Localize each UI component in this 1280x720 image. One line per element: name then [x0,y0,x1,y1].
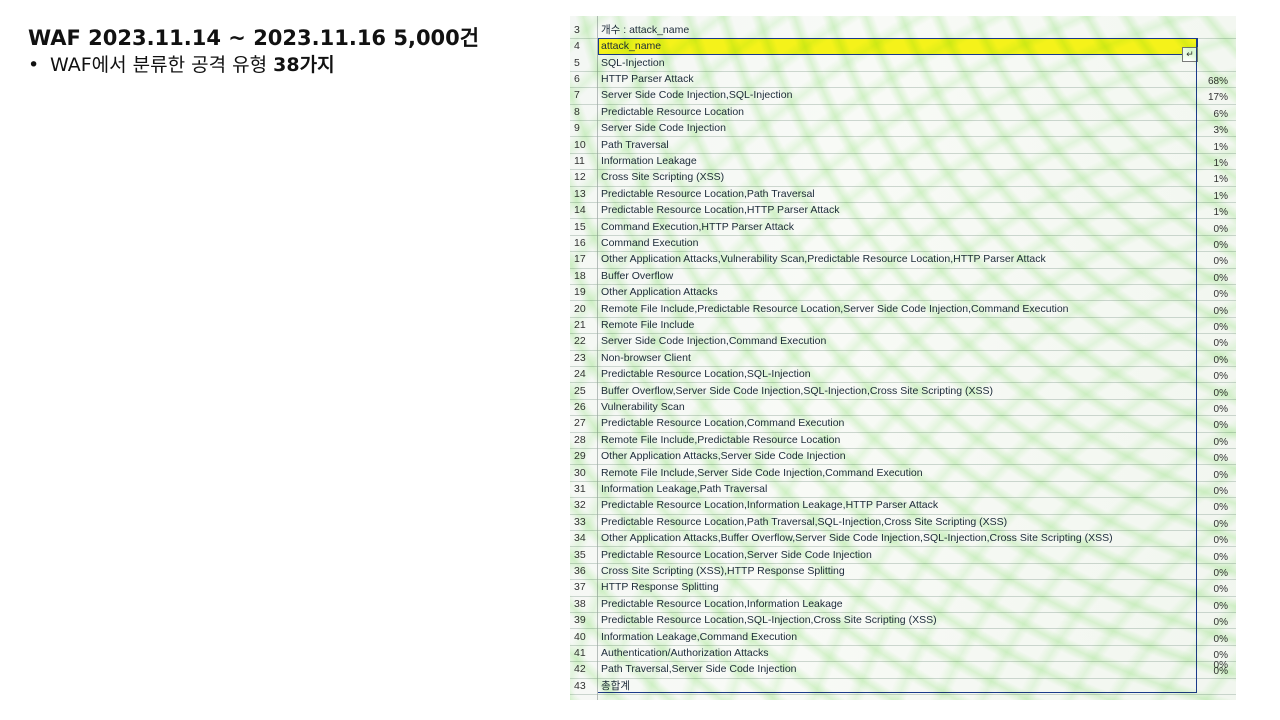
row-number: 25 [574,384,586,397]
percentage-cell[interactable]: 0% [1192,658,1228,674]
row-number: 32 [574,499,586,512]
row-number: 10 [574,138,586,151]
sheet-row [570,137,1236,154]
row-number: 9 [574,122,580,135]
row-number: 43 [574,679,586,692]
row-number: 29 [574,450,586,463]
row-number: 24 [574,368,586,381]
row-number: 13 [574,187,586,200]
row-number: 28 [574,433,586,446]
attack-name-cell[interactable]: Predictable Resource Location [601,104,744,120]
row-number: 6 [574,72,580,85]
attack-name-cell[interactable]: Cross Site Scripting (XSS) [601,169,724,185]
row-number: 38 [574,597,586,610]
row-number: 39 [574,614,586,627]
attack-name-cell[interactable]: Predictable Resource Location,Server Sid… [601,547,872,563]
row-number: 26 [574,400,586,413]
attack-name-cell[interactable]: Command Execution,HTTP Parser Attack [601,219,794,235]
attack-name-cell[interactable]: Other Application Attacks,Server Side Co… [601,448,846,464]
bullet-list: • WAF에서 분류한 공격 유형 38가지 [28,50,335,77]
attack-name-cell[interactable]: Predictable Resource Location,Informatio… [601,596,843,612]
row-number: 34 [574,532,586,545]
row-number: 37 [574,581,586,594]
row-number: 33 [574,515,586,528]
bullet-dot-icon: • [28,54,40,76]
row-number: 35 [574,548,586,561]
attack-name-cell[interactable]: Buffer Overflow,Server Side Code Injecti… [601,383,993,399]
attack-name-cell[interactable]: Remote File Include [601,317,694,333]
row-number: 27 [574,417,586,430]
attack-name-cell[interactable]: Information Leakage [601,153,697,169]
bullet-text: WAF에서 분류한 공격 유형 [50,54,274,76]
attack-name-cell[interactable]: Path Traversal [601,137,669,153]
spreadsheet-photo: 3 개수 : attack_name 4 attack_name ↵ 5 SQL-… [570,16,1236,700]
row-number: 18 [574,269,586,282]
bullet-text-bold: 38가지 [273,54,335,76]
row-number: 11 [574,154,585,167]
row-number: 20 [574,302,586,315]
bullet-item: • WAF에서 분류한 공격 유형 38가지 [28,50,335,77]
row-number: 14 [574,204,586,217]
row-number: 31 [574,482,586,495]
sheet-row [570,55,1236,72]
attack-name-cell[interactable]: Server Side Code Injection,SQL-Injection [601,87,792,103]
row-number: 23 [574,351,586,364]
attack-name-cell[interactable]: Other Application Attacks,Vulnerability … [601,251,1046,267]
attack-name-cell[interactable]: Server Side Code Injection [601,120,726,136]
attack-name-cell[interactable]: Remote File Include,Predictable Resource… [601,301,1069,317]
attack-name-cell[interactable]: Cross Site Scripting (XSS),HTTP Response… [601,563,845,579]
attack-name-cell[interactable]: 총합계 [601,678,630,694]
attack-name-cell[interactable]: Information Leakage,Command Execution [601,629,797,645]
row-number: 30 [574,466,586,479]
row-number: 4 [574,40,580,52]
row-number: 19 [574,286,586,299]
row-number: 40 [574,630,586,643]
attack-name-cell[interactable]: Information Leakage,Path Traversal [601,481,767,497]
attack-name-cell[interactable]: Path Traversal,Server Side Code Injectio… [601,661,797,677]
attack-name-cell[interactable]: Buffer Overflow [601,268,673,284]
row-number: 7 [574,89,580,102]
row-number: 15 [574,220,586,233]
row-number: 12 [574,171,586,184]
row-number: 16 [574,236,586,249]
row-number: 22 [574,335,586,348]
row-number: 42 [574,663,586,676]
row-number: 5 [574,56,580,69]
attack-name-cell[interactable]: Other Application Attacks [601,284,718,300]
attack-name-cell[interactable]: Predictable Resource Location,Command Ex… [601,415,844,431]
attack-name-cell[interactable]: SQL-Injection [601,55,665,71]
attack-name-cell[interactable]: Command Execution [601,235,698,251]
attack-name-cell[interactable]: Predictable Resource Location,Path Trave… [601,186,815,202]
attack-name-cell[interactable]: Predictable Resource Location,Informatio… [601,497,938,513]
attack-name-cell[interactable]: Predictable Resource Location,Path Trave… [601,514,1007,530]
attack-name-cell[interactable]: Other Application Attacks,Buffer Overflo… [601,530,1113,546]
row-number: 36 [574,564,586,577]
attack-name-cell[interactable]: Server Side Code Injection,Command Execu… [601,333,826,349]
attack-name-filter-label: attack_name [601,40,662,52]
attack-name-cell[interactable]: Predictable Resource Location,HTTP Parse… [601,202,840,218]
pivot-header-cell[interactable]: 개수 : attack_name [601,22,689,38]
attack-name-cell[interactable]: Predictable Resource Location,SQL-Inject… [601,612,937,628]
row-number: 21 [574,318,586,331]
attack-name-cell[interactable]: Predictable Resource Location,SQL-Inject… [601,366,811,382]
slide-title: WAF 2023.11.14 ~ 2023.11.16 5,000건 [28,26,480,50]
attack-name-cell[interactable]: HTTP Parser Attack [601,71,694,87]
row-number: 41 [574,646,586,659]
sheet-row [570,678,1236,696]
attack-name-cell[interactable]: Remote File Include,Server Side Code Inj… [601,465,923,481]
attack-name-cell[interactable]: HTTP Response Splitting [601,579,719,595]
row-number: 3 [574,24,580,36]
attack-name-cell[interactable]: Non-browser Client [601,350,691,366]
attack-name-cell[interactable]: Vulnerability Scan [601,399,685,415]
attack-name-cell[interactable]: Authentication/Authorization Attacks [601,645,769,661]
row-number: 8 [574,105,580,118]
row-number: 17 [574,253,586,266]
attack-name-filter-cell[interactable] [598,38,1198,55]
attack-name-cell[interactable]: Remote File Include,Predictable Resource… [601,432,840,448]
